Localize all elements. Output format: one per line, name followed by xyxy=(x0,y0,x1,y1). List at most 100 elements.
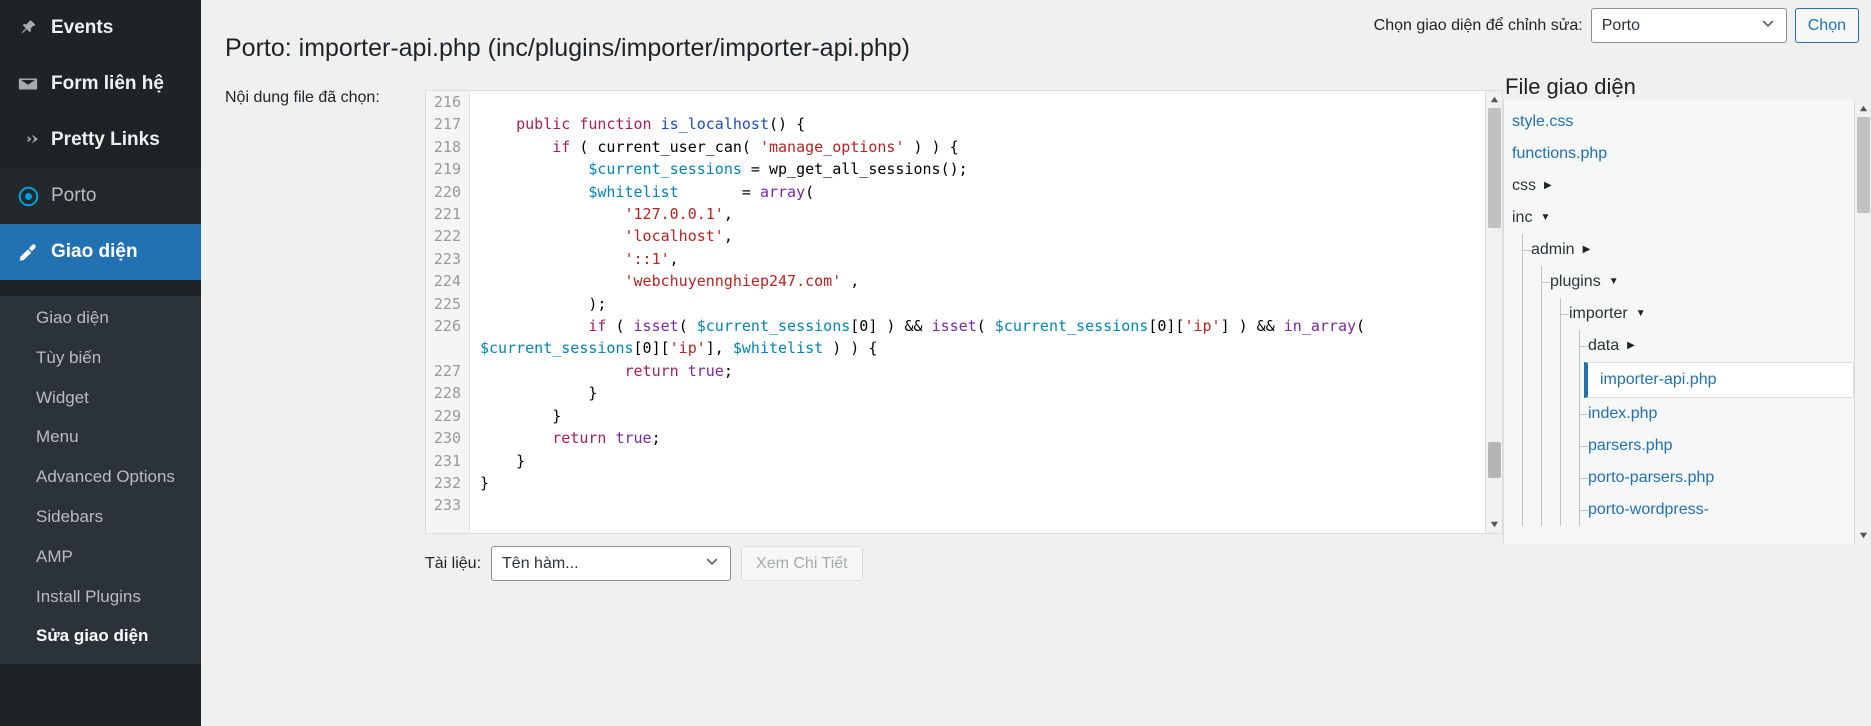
code-content[interactable]: 216 217 public function is_localhost() {2… xyxy=(426,91,1485,533)
line-number: 222 xyxy=(426,225,470,248)
file-tree-file-index.php[interactable]: index.php xyxy=(1580,398,1854,430)
code-text: $current_sessions = wp_get_all_sessions(… xyxy=(588,160,968,179)
sidebar-footer xyxy=(0,680,201,726)
line-number: 219 xyxy=(426,158,470,181)
mail-icon xyxy=(14,73,42,95)
editor-scroll-thumb-secondary[interactable] xyxy=(1488,442,1501,478)
function-name-select[interactable]: Tên hàm... xyxy=(491,546,732,581)
editor-and-tree: 216 217 public function is_localhost() {2… xyxy=(201,74,1871,705)
file-link[interactable]: parsers.php xyxy=(1588,430,1673,462)
code-text: } xyxy=(480,384,598,403)
folder-label: admin xyxy=(1531,241,1575,258)
submenu-item-widget[interactable]: Widget xyxy=(0,378,201,418)
caret-down-icon[interactable]: ▼ xyxy=(1636,298,1646,330)
code-line: 232} xyxy=(426,471,1485,495)
file-link[interactable]: style.css xyxy=(1512,106,1573,138)
appearance-brush-icon xyxy=(14,242,42,263)
file-tree-folder-importer[interactable]: importer ▼ xyxy=(1561,298,1854,330)
sidebar-item-pretty-links[interactable]: Pretty Links xyxy=(0,112,201,168)
code-line: 228 } xyxy=(426,382,1485,405)
documentation-label: Tài liệu: xyxy=(425,554,482,572)
editor-scroll-thumb[interactable] xyxy=(1488,108,1501,228)
file-tree-list[interactable]: style.css functions.php css ▶ inc ▼ admin ▶ plug… xyxy=(1504,100,1854,544)
file-tree-scrollbar[interactable] xyxy=(1854,100,1871,544)
line-number: 231 xyxy=(426,449,470,472)
submenu-item-install-plugins[interactable]: Install Plugins xyxy=(0,577,201,617)
file-tree-item: importer ▼ data ▶ importer-api.php index.php p… xyxy=(1561,298,1854,526)
code-text: } xyxy=(480,406,562,425)
theme-select-wrapper: Porto xyxy=(1590,8,1787,43)
submenu-item-sidebars[interactable]: Sidebars xyxy=(0,497,201,537)
caret-right-icon[interactable]: ▶ xyxy=(1544,170,1552,202)
scroll-down-arrow[interactable] xyxy=(1855,527,1871,544)
code-editor[interactable]: 216 217 public function is_localhost() {2… xyxy=(425,90,1503,534)
file-link[interactable]: index.php xyxy=(1588,398,1657,430)
folder-label: data xyxy=(1588,337,1620,354)
theme-select[interactable]: Porto xyxy=(1590,8,1787,43)
file-tree-folder-data[interactable]: data ▶ xyxy=(1580,330,1854,362)
file-tree-scroll-thumb[interactable] xyxy=(1857,117,1870,213)
code-line: 229 } xyxy=(426,404,1485,428)
folder-label: inc xyxy=(1512,209,1533,226)
scroll-down-arrow[interactable] xyxy=(1486,516,1502,533)
submenu-item-menu[interactable]: Menu xyxy=(0,417,201,457)
file-tree-folder-inc[interactable]: inc ▼ xyxy=(1504,202,1854,234)
code-line: 223 '::1', xyxy=(426,247,1485,271)
file-tree-item: inc ▼ admin ▶ plugins ▼ importer ▼ data ▶ importer… xyxy=(1504,202,1854,526)
file-tree-item: admin ▶ plugins ▼ importer ▼ data ▶ importer-api… xyxy=(1523,234,1854,526)
file-tree-file-functions.php[interactable]: functions.php xyxy=(1504,138,1854,170)
porto-icon xyxy=(14,186,42,207)
main-content: Chọn giao diện để chỉnh sửa: Porto Chọn … xyxy=(201,0,1871,705)
sidebar-item-porto[interactable]: Porto xyxy=(0,168,201,224)
file-link[interactable]: porto-wordpress- xyxy=(1588,494,1709,526)
scroll-up-arrow[interactable] xyxy=(1855,100,1871,117)
file-tree-item: css ▶ xyxy=(1504,170,1854,202)
code-line: 216 xyxy=(426,91,1485,114)
sidebar-item-form-lien-he[interactable]: Form liên hệ xyxy=(0,56,201,112)
line-number: 216 xyxy=(426,91,470,114)
line-number: 218 xyxy=(426,135,470,159)
code-line: 230 return true; xyxy=(426,427,1485,450)
code-text: '127.0.0.1', xyxy=(624,205,733,224)
caret-down-icon[interactable]: ▼ xyxy=(1609,266,1619,298)
caret-down-icon[interactable]: ▼ xyxy=(1540,202,1550,234)
file-link[interactable]: importer-api.php xyxy=(1600,362,1717,398)
file-tree-folder-css[interactable]: css ▶ xyxy=(1504,170,1854,202)
line-number: 221 xyxy=(426,203,470,226)
line-number: 233 xyxy=(426,494,470,517)
file-tree-file-parsers.php[interactable]: parsers.php xyxy=(1580,430,1854,462)
submenu-item-tuy-bien[interactable]: Tùy biến xyxy=(0,338,201,378)
sidebar-item-events[interactable]: Events xyxy=(0,0,201,56)
file-link[interactable]: porto-parsers.php xyxy=(1588,462,1714,494)
code-line: 231 } xyxy=(426,449,1485,472)
folder-label: plugins xyxy=(1550,273,1601,290)
file-tree-file-importer-api.php[interactable]: importer-api.php xyxy=(1584,362,1854,398)
file-tree-file-style.css[interactable]: style.css xyxy=(1504,106,1854,138)
code-text: return true; xyxy=(552,429,661,448)
editor-scrollbar[interactable] xyxy=(1485,91,1502,533)
code-text: '::1', xyxy=(624,249,679,268)
folder-label: importer xyxy=(1569,305,1628,322)
sidebar-item-label: Pretty Links xyxy=(51,129,160,150)
submenu-item-amp[interactable]: AMP xyxy=(0,537,201,577)
caret-right-icon[interactable]: ▶ xyxy=(1627,330,1635,362)
view-detail-button[interactable]: Xem Chi Tiết xyxy=(741,546,863,581)
sidebar-item-label: Events xyxy=(51,17,114,38)
code-text: 'webchuyennghiep247.com' , xyxy=(624,272,860,291)
caret-right-icon[interactable]: ▶ xyxy=(1583,234,1591,266)
file-tree-file-porto-parsers.php[interactable]: porto-parsers.php xyxy=(1580,462,1854,494)
file-link[interactable]: functions.php xyxy=(1512,138,1607,170)
submenu-item-advanced-options[interactable]: Advanced Options xyxy=(0,457,201,497)
scroll-up-arrow[interactable] xyxy=(1486,91,1502,108)
file-tree-file-porto-wordpress-[interactable]: porto-wordpress- xyxy=(1580,494,1854,526)
sidebar-item-giao-dien[interactable]: Giao diện xyxy=(0,224,201,280)
submenu-item-sua-giao-dien[interactable]: Sửa giao diện xyxy=(0,616,201,656)
submenu-item-giao-dien[interactable]: Giao diện xyxy=(0,298,201,338)
code-line: 222 'localhost', xyxy=(426,225,1485,248)
line-number: 224 xyxy=(426,270,470,293)
file-tree-folder-plugins[interactable]: plugins ▼ xyxy=(1542,266,1854,298)
select-theme-button[interactable]: Chọn xyxy=(1794,8,1859,43)
file-tree-folder-admin[interactable]: admin ▶ xyxy=(1523,234,1854,266)
line-number: 229 xyxy=(426,404,470,428)
